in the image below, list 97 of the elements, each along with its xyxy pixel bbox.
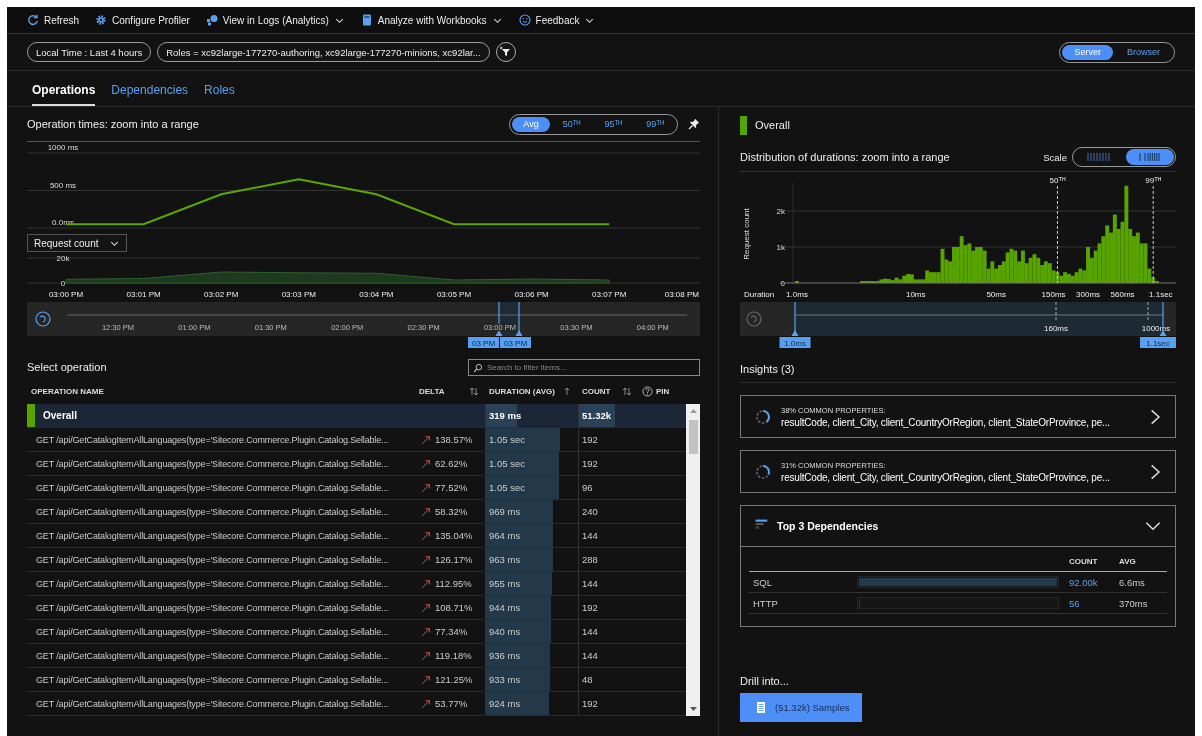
delta-value: 77.52% [435,482,468,493]
axis-label: 03:07 PM [592,290,627,299]
insight-properties: resultCode, client_City, client_CountryOrRegion, client_StateOrProvince, pe... [781,416,1111,428]
axis-label: 160ms [1044,324,1068,333]
duration-value: 933 ms [488,674,521,685]
axis-label: 03:08 PM [664,290,699,299]
axis-label: 1.0ms [786,290,808,299]
duration-value: 1.05 sec [488,458,525,469]
insight-properties: resultCode, client_City, client_CountryOrRegion, client_StateOrProvince, pe... [781,471,1111,483]
avg-value: 6.6ms [1119,576,1146,588]
duration-value: 924 ms [488,698,521,709]
axis-title: Request count [742,208,751,260]
panel-title: Distribution of durations: zoom into a range [740,151,950,163]
legend-label: Overall [755,119,790,131]
avg-value: 370ms [1119,597,1149,609]
axis-label: 1k [776,243,785,252]
axis-label: 20k [56,254,70,263]
operation-name: GET /api/GetCatalogItemAllLanguages(type='Sitecore.Commerce.Plugin.Catalog.Sellable... [36,434,389,445]
dependency-name: SQL [752,576,773,588]
axis-label: 300ms [1076,290,1101,299]
count-value: 144 [581,626,598,637]
percentile-label: 50ᵀᴴ [1049,176,1066,185]
count-value: 48 [581,674,593,685]
axis-label: 50ms [986,290,1006,299]
delta-value: 121.25% [435,674,473,685]
axis-label: 10ms [905,290,926,299]
delta-value: 77.34% [435,626,468,637]
operation-name: GET /api/GetCatalogItemAllLanguages(type='Sitecore.Commerce.Plugin.Catalog.Sellable... [36,578,389,589]
count-value: 240 [581,506,598,517]
delta-value: 58.32% [435,506,468,517]
delta-value: 138.57% [435,434,473,445]
axis-label: 500 ms [49,180,77,190]
operation-name: GET /api/GetCatalogItemAllLanguages(type='Sitecore.Commerce.Plugin.Catalog.Sellable... [36,674,389,685]
axis-label: 03:04 PM [359,290,394,299]
duration-value: 944 ms [488,602,521,613]
operation-name: GET /api/GetCatalogItemAllLanguages(type='Sitecore.Commerce.Plugin.Catalog.Sellable... [36,506,389,517]
count-value: 96 [581,482,593,493]
range-label: 03 PM [468,337,499,348]
axis-label: 03:06 PM [514,290,549,299]
operation-name: GET /api/GetCatalogItemAllLanguages(type='Sitecore.Commerce.Plugin.Catalog.Sellable... [36,698,389,709]
scale-label: Scale [1043,151,1067,163]
duration-value: 964 ms [488,530,521,541]
count-value: 192 [581,602,598,613]
dependency-name: HTTP [752,597,779,609]
delta-value: 112.95% [435,578,472,589]
delta-value: 126.17% [435,554,473,565]
operation-name: GET /api/GetCatalogItemAllLanguages(type='Sitecore.Commerce.Plugin.Catalog.Sellable... [36,602,389,613]
count-value: 144 [581,530,598,541]
axis-label: 03:01 PM [126,290,161,299]
delta-value: 62.62% [435,458,468,469]
axis-label: 150ms [1041,290,1066,299]
axis-label: 03:02 PM [204,290,239,299]
axis-label: 1000ms [1141,324,1171,333]
axis-title: Duration [744,290,775,299]
axis-label: 0 [60,279,66,288]
axis-label: 03:05 PM [436,290,472,299]
duration-value: 955 ms [488,578,521,589]
column-header: COUNT [1069,556,1099,566]
delta-value: 108.71% [435,602,473,613]
axis-label: 03:00 PM [48,290,84,299]
axis-label: 0 [780,279,785,288]
panel-title: Operation times: zoom into a range [27,118,199,130]
axis-label: 2k [776,207,785,216]
section-title: Select operation [27,361,107,373]
operation-name: GET /api/GetCatalogItemAllLanguages(type='Sitecore.Commerce.Plugin.Catalog.Sellable... [36,554,389,565]
count-value: 192 [581,698,598,709]
count-value: 144 [581,650,598,661]
card-title: Top 3 Dependencies [777,520,880,532]
axis-label: 1.1sec [1149,290,1173,299]
percentile-label: 99ᵀᴴ [1145,176,1162,185]
section-title: Insights (3) [740,363,795,375]
operation-name: Overall [43,410,77,421]
operation-name: GET /api/GetCatalogItemAllLanguages(type='Sitecore.Commerce.Plugin.Catalog.Sellable... [36,650,389,661]
count-value: 192 [581,434,598,445]
duration-value: 936 ms [488,650,521,661]
count-value: 51.32k [581,410,612,421]
duration-value: 1.05 sec [488,482,525,493]
axis-label: 1000 ms [47,143,79,152]
axis-label: 560ms [1110,290,1135,299]
duration-value: 969 ms [488,506,521,517]
count-value: 144 [581,578,598,589]
operation-name: GET /api/GetCatalogItemAllLanguages(type='Sitecore.Commerce.Plugin.Catalog.Sellable... [36,458,389,469]
count-value: 288 [581,554,598,565]
operation-name: GET /api/GetCatalogItemAllLanguages(type='Sitecore.Commerce.Plugin.Catalog.Sellable... [36,482,389,493]
duration-value: 1.05 sec [488,434,525,445]
delta-value: 53.77% [435,698,468,709]
operation-name: GET /api/GetCatalogItemAllLanguages(type='Sitecore.Commerce.Plugin.Catalog.Sellable... [36,626,389,637]
axis-label: 03:03 PM [281,290,316,299]
duration-value: 963 ms [488,554,521,565]
duration-value: 319 ms [488,410,522,421]
delta-value: 135.04% [435,530,473,541]
operation-name: GET /api/GetCatalogItemAllLanguages(type='Sitecore.Commerce.Plugin.Catalog.Sellable... [36,530,389,541]
delta-value: 119.18% [435,650,472,661]
column-header: AVG [1119,556,1137,566]
duration-value: 940 ms [488,626,521,637]
count-value: 192 [581,458,598,469]
section-title: Drill into... [740,675,789,687]
